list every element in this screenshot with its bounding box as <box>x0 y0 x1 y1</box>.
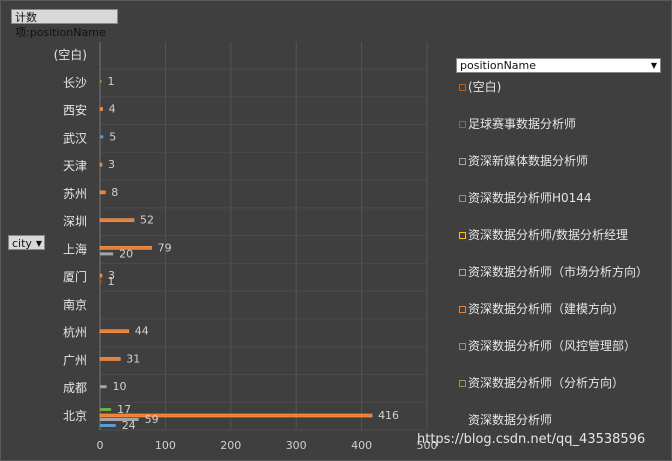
bar <box>99 190 106 195</box>
bar <box>100 135 104 139</box>
bar-data-label: 44 <box>135 325 149 338</box>
category-label: 长沙 <box>63 76 87 90</box>
bar <box>99 218 135 222</box>
bar-data-label: 59 <box>145 413 159 426</box>
category-label: 厦门 <box>63 269 87 284</box>
category-label: 成都 <box>63 381 87 395</box>
bar-data-label: 8 <box>111 186 118 199</box>
category-label: 西安 <box>63 103 87 118</box>
bar-data-label: 3 <box>108 158 115 171</box>
bar-data-label: 79 <box>158 241 172 254</box>
bar-data-label: 4 <box>109 103 116 116</box>
bar-data-label: 52 <box>140 214 154 227</box>
bar-data-label: 1 <box>108 75 115 88</box>
bar <box>100 252 114 256</box>
bar <box>99 413 373 418</box>
watermark-text: https://blog.csdn.net/qq_43538596 <box>417 432 646 447</box>
category-label: 广州 <box>63 353 87 367</box>
bar <box>99 273 103 278</box>
x-tick-label: 300 <box>286 439 307 452</box>
bar <box>99 357 121 361</box>
category-label: 杭州 <box>63 325 87 340</box>
bar <box>99 107 103 111</box>
category-label: 天津 <box>63 159 87 173</box>
bar-data-label: 20 <box>119 247 133 260</box>
bar-data-label: 1 <box>108 275 115 288</box>
bar <box>99 162 103 167</box>
bar-data-label: 5 <box>109 130 116 143</box>
bar-data-label: 10 <box>113 380 127 393</box>
x-tick-label: 0 <box>97 439 104 452</box>
category-label: 北京 <box>63 409 87 423</box>
bar <box>100 280 102 284</box>
bar <box>100 79 102 83</box>
bar <box>100 424 116 427</box>
bar <box>100 385 107 389</box>
category-label: (空白) <box>54 47 87 62</box>
bar <box>100 408 112 411</box>
category-label: 南京 <box>63 297 87 312</box>
bar-chart: 0 100 200 300 400 500(空白)长沙西安武汉天津苏州深圳上海厦门南京杭州… <box>54 42 438 452</box>
x-tick-label: 100 <box>155 439 176 452</box>
category-label: 深圳 <box>63 215 87 229</box>
bar-data-label: 24 <box>122 419 136 432</box>
bar <box>99 329 130 333</box>
category-label: 苏州 <box>63 187 87 201</box>
x-tick-label: 200 <box>220 439 241 452</box>
category-label: 武汉 <box>63 131 87 145</box>
category-label: 上海 <box>63 241 87 256</box>
bar-data-label: 31 <box>126 352 140 365</box>
bar-data-label: 416 <box>378 409 399 422</box>
x-tick-label: 400 <box>351 439 372 452</box>
